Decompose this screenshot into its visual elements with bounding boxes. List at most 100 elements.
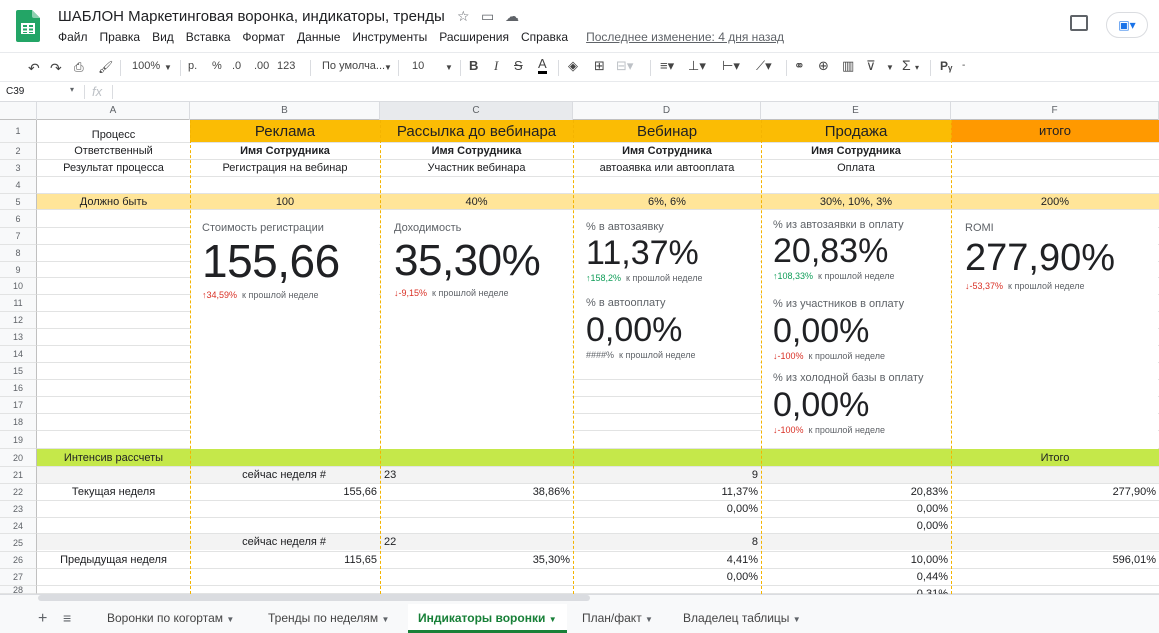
currency-button[interactable]: р. bbox=[188, 60, 197, 72]
row-header[interactable]: 12 bbox=[0, 312, 37, 329]
print-icon[interactable]: ⎙ bbox=[74, 60, 84, 75]
font-size-dropdown-icon[interactable]: ▼ bbox=[445, 63, 453, 72]
insert-link-icon[interactable]: ⚭ bbox=[794, 58, 805, 74]
zoom-select[interactable]: 100% bbox=[132, 60, 160, 72]
bold-button[interactable]: B bbox=[469, 58, 478, 73]
spreadsheet-grid[interactable]: 1 2 3 4 5 6 7 8 9 10 11 12 13 14 15 16 17 18 19 20 21 22 23 24 2… bbox=[0, 120, 1159, 594]
row-header[interactable]: 28 bbox=[0, 586, 37, 594]
move-folder-icon[interactable]: ▭ bbox=[481, 8, 494, 25]
row-header[interactable]: 14 bbox=[0, 346, 37, 363]
text-color-button[interactable]: A bbox=[538, 57, 547, 74]
increase-decimal-button[interactable]: .00 bbox=[254, 60, 269, 72]
row-header[interactable]: 10 bbox=[0, 278, 37, 295]
menu-tools[interactable]: Инструменты bbox=[346, 30, 433, 48]
row-header[interactable]: 7 bbox=[0, 228, 37, 245]
row-header[interactable]: 20 bbox=[0, 449, 37, 467]
scorecard-auto-request[interactable]: % в автозаявку 11,37% ↑158,2% к прошлой … bbox=[574, 211, 760, 293]
insert-chart-icon[interactable]: ▥ bbox=[842, 58, 854, 74]
row-header[interactable]: 23 bbox=[0, 501, 37, 518]
row-header[interactable]: 17 bbox=[0, 397, 37, 414]
column-header-b[interactable]: B bbox=[190, 102, 380, 120]
fill-color-icon[interactable]: ◈ bbox=[568, 58, 578, 74]
menu-view[interactable]: Вид bbox=[146, 30, 180, 48]
select-all-corner[interactable] bbox=[0, 102, 37, 120]
functions-button[interactable]: Σ bbox=[902, 57, 911, 73]
sheet-tab-trends[interactable]: Тренды по неделям ▼ bbox=[258, 604, 399, 633]
comment-history-icon[interactable] bbox=[1070, 15, 1088, 31]
more-formats-button[interactable]: 123 bbox=[277, 60, 295, 72]
column-header-f[interactable]: F bbox=[951, 102, 1159, 120]
sheet-menu-icon[interactable]: ▼ bbox=[382, 615, 390, 624]
row-header[interactable]: 15 bbox=[0, 363, 37, 380]
font-size-select[interactable]: 10 bbox=[412, 60, 424, 72]
menu-data[interactable]: Данные bbox=[291, 30, 346, 48]
sheet-menu-icon[interactable]: ▼ bbox=[793, 615, 801, 624]
row-header[interactable]: 8 bbox=[0, 245, 37, 262]
insert-comment-icon[interactable]: ⊕ bbox=[818, 58, 829, 74]
horizontal-scrollbar[interactable] bbox=[38, 595, 590, 601]
menu-help[interactable]: Справка bbox=[515, 30, 574, 48]
menu-format[interactable]: Формат bbox=[236, 30, 291, 48]
document-title[interactable]: ШАБЛОН Маркетинговая воронка, индикаторы… bbox=[58, 8, 445, 25]
redo-icon[interactable]: ↷ bbox=[50, 60, 62, 77]
align-left-icon[interactable]: ≡▾ bbox=[660, 58, 674, 74]
scorecard-auto-payment[interactable]: % в автооплату 0,00% ####% к прошлой нед… bbox=[574, 293, 760, 373]
row-header[interactable]: 25 bbox=[0, 534, 37, 552]
sheet-tab-indicators[interactable]: Индикаторы воронки ▼ bbox=[408, 604, 567, 633]
filter-views-dropdown-icon[interactable]: ▼ bbox=[886, 63, 894, 72]
row-header[interactable]: 19 bbox=[0, 431, 37, 449]
vertical-align-icon[interactable]: ⊥▾ bbox=[688, 58, 706, 74]
zoom-dropdown-icon[interactable]: ▼ bbox=[164, 63, 172, 72]
all-sheets-icon[interactable]: ≡ bbox=[63, 610, 71, 626]
row-header[interactable]: 21 bbox=[0, 467, 37, 484]
menu-insert[interactable]: Вставка bbox=[180, 30, 237, 48]
row-header[interactable]: 11 bbox=[0, 295, 37, 312]
text-rotation-icon[interactable]: ⟋▾ bbox=[756, 58, 772, 74]
merge-cells-icon[interactable]: ⊟▾ bbox=[616, 58, 633, 74]
sheet-tab-cohorts[interactable]: Воронки по когортам ▼ bbox=[97, 604, 244, 633]
row-header[interactable]: 5 bbox=[0, 194, 37, 210]
menu-edit[interactable]: Правка bbox=[94, 30, 147, 48]
cloud-status-icon[interactable]: ☁ bbox=[505, 8, 519, 25]
sheets-logo-icon[interactable] bbox=[16, 10, 40, 42]
functions-dropdown-icon[interactable]: ▾ bbox=[915, 63, 919, 72]
filter-icon[interactable]: ⊽ bbox=[866, 58, 876, 74]
column-header-c[interactable]: C bbox=[380, 102, 573, 120]
sheet-tab-plan-fact[interactable]: План/факт ▼ bbox=[572, 604, 663, 633]
row-header[interactable]: 18 bbox=[0, 414, 37, 431]
scorecard-participants-to-payment[interactable]: % из участников в оплату 0,00% ↓-100% к … bbox=[762, 291, 950, 371]
row-header[interactable]: 1 bbox=[0, 120, 37, 143]
italic-button[interactable]: I bbox=[494, 58, 498, 74]
scorecard-request-to-payment[interactable]: % из автозаявки в оплату 20,83% ↑108,33%… bbox=[762, 211, 950, 291]
row-header[interactable]: 6 bbox=[0, 210, 37, 228]
scorecard-romi[interactable]: ROMI 277,90% ↓-53,37% к прошлой неделе bbox=[952, 211, 1158, 449]
row-header[interactable]: 3 bbox=[0, 160, 37, 177]
sheet-tab-owner[interactable]: Владелец таблицы ▼ bbox=[673, 604, 811, 633]
row-header[interactable]: 2 bbox=[0, 143, 37, 160]
star-icon[interactable]: ☆ bbox=[457, 8, 470, 25]
name-box[interactable]: C39 bbox=[6, 86, 24, 97]
strikethrough-button[interactable]: S bbox=[514, 58, 523, 73]
row-header[interactable]: 9 bbox=[0, 262, 37, 278]
sheet-menu-icon[interactable]: ▼ bbox=[645, 615, 653, 624]
menu-extensions[interactable]: Расширения bbox=[433, 30, 515, 48]
row-header[interactable]: 13 bbox=[0, 329, 37, 346]
row-header[interactable]: 4 bbox=[0, 177, 37, 194]
percent-button[interactable]: % bbox=[212, 60, 222, 72]
column-header-e[interactable]: E bbox=[761, 102, 951, 120]
font-dropdown-icon[interactable]: ▼ bbox=[384, 63, 392, 72]
name-box-dropdown-icon[interactable]: ▾ bbox=[70, 85, 74, 94]
row-header[interactable]: 22 bbox=[0, 484, 37, 501]
column-header-d[interactable]: D bbox=[573, 102, 761, 120]
input-tools-button[interactable]: Pᵧ bbox=[940, 59, 952, 73]
scorecard-registration-cost[interactable]: Стоимость регистрации 155,66 ↑34,59% к п… bbox=[191, 211, 379, 449]
scorecard-cold-base-to-payment[interactable]: % из холодной базы в оплату 0,00% ↓-100%… bbox=[762, 368, 950, 448]
menu-file[interactable]: Файл bbox=[52, 30, 94, 48]
row-header[interactable]: 24 bbox=[0, 518, 37, 534]
row-header[interactable]: 26 bbox=[0, 552, 37, 569]
text-wrap-icon[interactable]: ⊢▾ bbox=[722, 58, 740, 74]
add-sheet-icon[interactable]: + bbox=[38, 610, 47, 628]
present-button[interactable]: ▣▾ bbox=[1106, 12, 1148, 38]
decrease-decimal-button[interactable]: .0 bbox=[232, 60, 241, 72]
column-header-a[interactable]: A bbox=[37, 102, 190, 120]
